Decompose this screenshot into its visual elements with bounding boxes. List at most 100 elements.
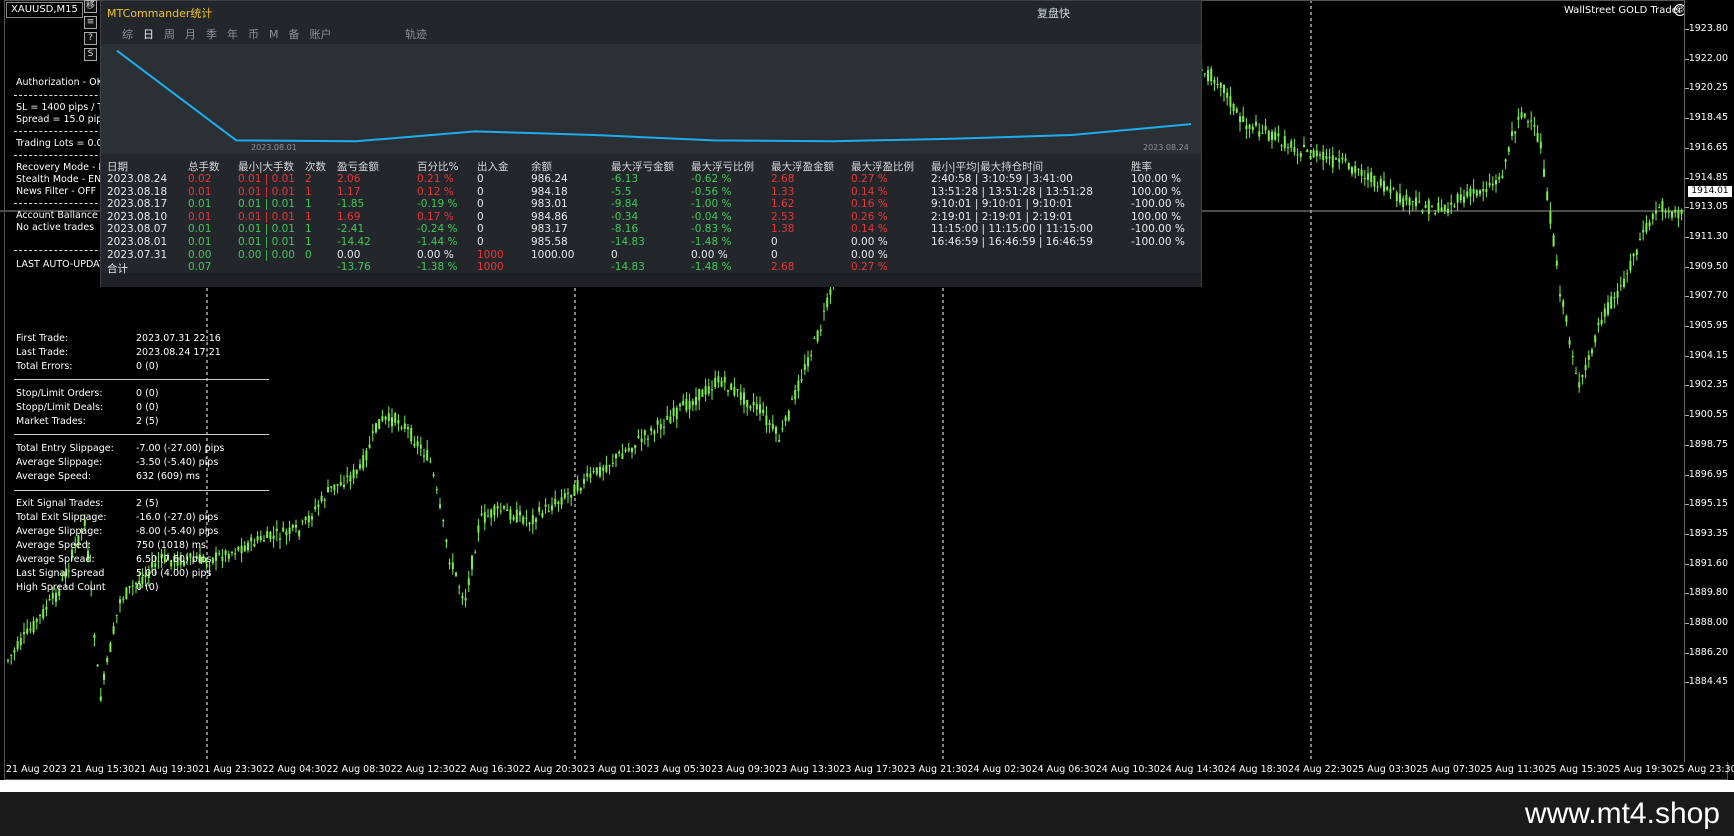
table-cell: -8.16	[611, 223, 639, 236]
tab-9[interactable]: 账户	[305, 27, 337, 43]
column-header: 最大浮盈比例	[851, 161, 914, 173]
total-cell: -1.48 %	[691, 261, 732, 273]
trading-lots: Trading Lots = 0.01	[16, 138, 109, 149]
table-cell: 2.53	[771, 210, 795, 223]
trade-stat-label: Average Speed:	[16, 540, 92, 551]
trade-stat-value: -7.00 (-27.00) pips	[136, 443, 225, 454]
tab-1[interactable]: 日	[138, 27, 159, 43]
tab-7[interactable]: M	[264, 27, 284, 43]
table-cell: 2023.08.17	[107, 198, 168, 211]
price-tick-label: 1907.70	[1688, 290, 1728, 302]
table-cell: 986.24	[531, 173, 568, 185]
time-tick-label: 23 Aug 13:30	[775, 764, 840, 775]
table-cell: 1	[305, 198, 312, 211]
table-cell: 0.01 | 0.01	[238, 236, 295, 248]
side-button-1[interactable]: ≡	[84, 16, 97, 29]
tab-8[interactable]: 备	[284, 27, 305, 43]
table-cell: 0.14 %	[851, 223, 888, 236]
table-cell: 0	[477, 185, 484, 198]
trade-stat-label: Average Slippage:	[16, 457, 103, 468]
price-chart[interactable]: XAUUSD,M15 移 ≡? S WallStreet GOLD Trader ☺…	[0, 0, 1734, 780]
trade-stat-value: 0 (0)	[136, 388, 159, 399]
table-cell: -1.48 %	[691, 236, 732, 248]
price-tick-label: 1895.15	[1688, 498, 1728, 510]
price-tick	[1685, 385, 1689, 387]
table-cell: 0.12 %	[417, 185, 454, 198]
table-cell: 984.86	[531, 210, 568, 223]
price-tick	[1685, 88, 1689, 90]
trade-stat-label: Last Signal Spread	[16, 568, 105, 579]
trade-stat-label: Stopp/Limit Deals:	[16, 402, 104, 413]
time-tick-label: 21 Aug 19:30	[134, 764, 199, 775]
side-button-3[interactable]: S	[84, 48, 97, 61]
table-cell: 11:15:00 | 11:15:00 | 11:15:00	[931, 223, 1093, 236]
price-tick	[1685, 177, 1689, 179]
table-cell: -0.62 %	[691, 173, 732, 185]
price-tick-label: 1920.25	[1688, 82, 1728, 94]
tab-6[interactable]: 币	[243, 27, 264, 43]
table-cell: 0.01	[188, 210, 212, 223]
price-tick	[1685, 29, 1689, 30]
time-tick-label: 24 Aug 10:30	[1095, 764, 1160, 775]
time-tick-label: 21 Aug 23:30	[198, 764, 263, 775]
price-tick	[1685, 593, 1689, 595]
table-cell: 0.00 %	[851, 248, 888, 261]
trade-stat-label: Average Spread:	[16, 554, 95, 565]
column-header: 日期	[107, 161, 128, 173]
table-cell: -100.00 %	[1131, 236, 1185, 248]
table-cell: 0.01 | 0.01	[238, 210, 295, 223]
table-cell: 100.00 %	[1131, 173, 1182, 185]
side-button-0[interactable]: 移	[84, 0, 97, 13]
trade-stat-value: 0 (0)	[136, 582, 159, 593]
time-axis[interactable]: 21 Aug 2023 21 Aug 15:30 21 Aug 19:30 21 Au…	[0, 762, 1734, 780]
table-cell: 1	[305, 185, 312, 198]
table-cell: 2023.08.10	[107, 210, 168, 223]
table-cell: 0.00 %	[851, 236, 888, 248]
tab-0[interactable]: 综	[117, 27, 138, 43]
price-tick	[1685, 58, 1689, 60]
total-cell: 0.07	[188, 261, 212, 273]
price-tick	[1685, 266, 1689, 268]
column-header: 次数	[305, 161, 326, 173]
time-tick-label: 24 Aug 06:30	[1031, 764, 1096, 775]
trade-stat-value: 2 (5)	[136, 498, 159, 509]
column-header: 最小|平均|最大持仓时间	[931, 161, 1044, 173]
table-cell: 2023.08.24	[107, 173, 168, 185]
symbol-timeframe-label: XAUUSD,M15	[6, 2, 83, 18]
tab-5[interactable]: 年	[222, 27, 243, 43]
replay-link[interactable]: 复盘快	[1037, 5, 1070, 21]
trade-stat-value: -8.00 (-5.40) pips	[136, 526, 219, 537]
table-cell: 0.17 %	[417, 210, 454, 223]
table-cell: 1000	[477, 248, 504, 261]
table-cell: 1.62	[771, 198, 795, 211]
price-tick-label: 1911.30	[1688, 230, 1728, 242]
price-tick	[1685, 355, 1689, 357]
mtcommander-panel[interactable]: MTCommander统计 复盘快 综日周月季年币 M 备账户 轨迹 2023.08…	[100, 0, 1202, 287]
table-cell: 2:40:58 | 3:10:59 | 3:41:00	[931, 173, 1073, 185]
price-tick	[1685, 533, 1689, 535]
tab-4[interactable]: 季	[201, 27, 222, 43]
chart-tab-bar[interactable]	[0, 780, 1734, 792]
price-tick-label: 1909.50	[1688, 260, 1728, 272]
trade-stat-value: 632 (609) ms	[136, 471, 200, 482]
table-cell: 0.00 %	[417, 248, 454, 261]
side-button-2[interactable]: ?	[84, 32, 97, 45]
table-cell: 1	[305, 236, 312, 248]
tab-3[interactable]: 月	[180, 27, 201, 43]
price-tick-label: 1905.95	[1688, 320, 1728, 331]
table-cell: -5.5	[611, 185, 632, 198]
time-tick-label: 23 Aug 21:30	[903, 764, 968, 775]
table-cell: 0.00	[188, 248, 212, 261]
price-tick-label: 1889.80	[1688, 587, 1728, 599]
price-tick	[1685, 474, 1689, 476]
price-tick-label: 1918.45	[1688, 112, 1728, 124]
table-cell: 9:10:01 | 9:10:01 | 9:10:01	[931, 198, 1073, 211]
table-cell: 100.00 %	[1131, 210, 1182, 223]
tab-track[interactable]: 轨迹	[405, 27, 427, 43]
column-header: 最大浮亏金额	[611, 161, 674, 173]
table-cell: -1.00 %	[691, 198, 732, 211]
trade-stat-label: First Trade:	[16, 333, 69, 344]
price-axis[interactable]: 1923.80 1922.00 1920.25 1918.45 1916.65 1914.…	[1684, 0, 1734, 762]
table-cell: -100.00 %	[1131, 223, 1185, 236]
tab-2[interactable]: 周	[159, 27, 180, 43]
